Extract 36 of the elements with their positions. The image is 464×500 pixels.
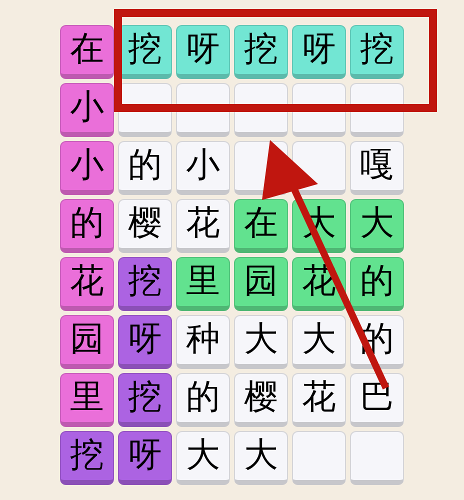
character-tile[interactable]: 小 xyxy=(60,83,114,137)
character-tile[interactable]: 呀 xyxy=(292,25,346,79)
character-tile[interactable]: 挖 xyxy=(350,25,404,79)
character-tile[interactable]: 种 xyxy=(176,315,230,369)
character-tile[interactable]: 挖 xyxy=(60,431,114,485)
character-tile[interactable]: 的 xyxy=(176,373,230,427)
character-tile[interactable]: 挖 xyxy=(118,257,172,311)
character-tile[interactable]: 大 xyxy=(176,431,230,485)
character-tile[interactable]: 的 xyxy=(350,257,404,311)
character-tile[interactable]: 大 xyxy=(234,431,288,485)
character-tile[interactable]: 樱 xyxy=(118,199,172,253)
character-tile[interactable]: 大 xyxy=(292,315,346,369)
character-tile[interactable]: 小 xyxy=(176,141,230,195)
character-tile[interactable] xyxy=(350,431,404,485)
character-tile[interactable]: 花 xyxy=(60,257,114,311)
character-tile[interactable]: 在 xyxy=(234,199,288,253)
character-tile[interactable]: 花 xyxy=(292,373,346,427)
character-tile[interactable]: 呀 xyxy=(118,431,172,485)
character-tile[interactable]: 嘎 xyxy=(350,141,404,195)
character-tile[interactable]: 呀 xyxy=(176,25,230,79)
character-tile[interactable]: 园 xyxy=(234,257,288,311)
character-tile[interactable]: 的 xyxy=(60,199,114,253)
character-tile[interactable]: 大 xyxy=(234,315,288,369)
character-tile[interactable]: 挖 xyxy=(234,25,288,79)
character-tile[interactable] xyxy=(292,431,346,485)
character-tile[interactable]: 呀 xyxy=(118,315,172,369)
character-tile[interactable]: 里 xyxy=(60,373,114,427)
character-tile[interactable]: 里 xyxy=(176,257,230,311)
character-tile[interactable]: 小 xyxy=(60,141,114,195)
character-tile[interactable]: 在 xyxy=(60,25,114,79)
character-tile[interactable]: 花 xyxy=(176,199,230,253)
character-tile[interactable]: 大 xyxy=(350,199,404,253)
character-tile[interactable]: 的 xyxy=(118,141,172,195)
character-tile[interactable]: 挖 xyxy=(118,373,172,427)
character-tile[interactable]: 樱 xyxy=(234,373,288,427)
character-tile[interactable]: 园 xyxy=(60,315,114,369)
